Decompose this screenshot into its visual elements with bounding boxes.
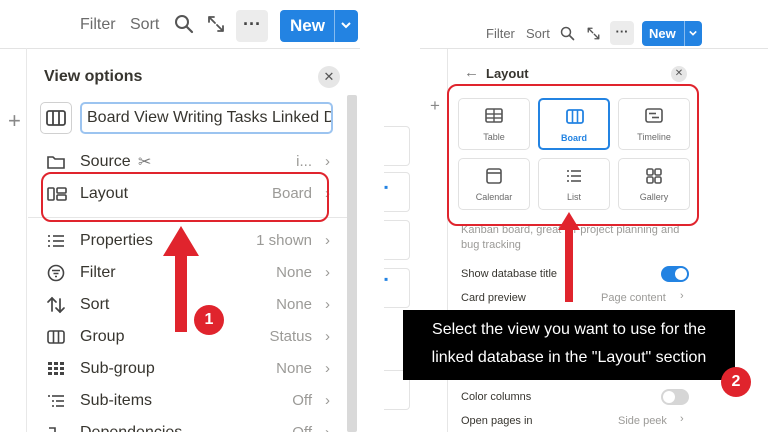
option-label: Dependencies xyxy=(80,424,182,432)
left-screenshot: Filter Sort ··· New + View options ✕ Boa… xyxy=(0,0,360,432)
layout-description-line-2: bug tracking xyxy=(461,239,521,251)
resize-arrows-icon[interactable] xyxy=(586,26,601,46)
option-label: Source xyxy=(80,153,131,170)
new-button-label: New xyxy=(290,16,325,35)
toolbar-divider xyxy=(0,48,360,49)
database-toolbar: Filter Sort ··· New xyxy=(0,6,360,44)
scissors-icon: ✂ xyxy=(138,154,152,171)
list-icon xyxy=(46,232,68,252)
layout-grid-highlight xyxy=(447,84,699,226)
option-label: Sort xyxy=(80,296,110,313)
add-block-plus-icon[interactable]: + xyxy=(8,108,21,134)
step-badge-2: 2 xyxy=(721,367,751,397)
chevron-right-icon: › xyxy=(325,296,330,313)
option-row-sub-items[interactable]: Sub-items Off › xyxy=(44,389,334,415)
option-value: Status xyxy=(269,328,312,345)
callout-line-1: Select the view you want to use for the xyxy=(432,321,706,338)
chevron-down-icon[interactable] xyxy=(340,15,352,38)
new-button-divider xyxy=(684,21,685,46)
resize-arrows-icon[interactable] xyxy=(206,14,228,36)
new-button-label: New xyxy=(649,26,676,41)
color-columns-toggle[interactable] xyxy=(661,389,689,405)
close-icon[interactable]: ✕ xyxy=(671,66,687,82)
show-database-title-toggle[interactable] xyxy=(661,266,689,282)
step-badge-1: 1 xyxy=(194,305,224,335)
annotation-arrow-up-icon xyxy=(558,212,580,302)
sort-button[interactable]: Sort xyxy=(526,26,550,41)
panel-title: View options xyxy=(44,68,143,85)
add-block-plus-icon[interactable]: + xyxy=(430,96,440,116)
callout-line-2: linked database in the "Layout" section xyxy=(431,349,707,366)
new-button[interactable]: New xyxy=(280,10,358,42)
sub-items-icon xyxy=(46,392,68,412)
instruction-callout: Select the view you want to use for the … xyxy=(403,310,735,380)
chevron-right-icon: › xyxy=(680,290,684,302)
option-row-dependencies[interactable]: Dependencies Off › xyxy=(44,421,334,432)
layout-panel-title: Layout xyxy=(486,66,529,81)
more-options-button[interactable]: ··· xyxy=(236,10,268,42)
board-icon xyxy=(46,110,66,126)
chevron-down-icon[interactable] xyxy=(688,25,698,46)
option-label: Group xyxy=(80,328,125,345)
option-value: None xyxy=(276,264,312,281)
search-icon[interactable] xyxy=(174,14,196,36)
search-icon[interactable] xyxy=(560,26,575,46)
open-pages-in-label: Open pages in xyxy=(461,415,533,427)
option-value: Off xyxy=(292,392,312,409)
filter-button[interactable]: Filter xyxy=(486,26,515,41)
chevron-right-icon: › xyxy=(325,392,330,409)
view-icon-picker[interactable] xyxy=(40,102,72,134)
option-label: Properties xyxy=(80,232,153,249)
panel-scrollbar[interactable] xyxy=(347,95,357,432)
option-label: Filter xyxy=(80,264,116,281)
chevron-right-icon: › xyxy=(325,360,330,377)
option-label: Sub-items xyxy=(80,392,153,409)
chevron-right-icon: › xyxy=(325,424,330,432)
view-name-row: Board View Writing Tasks Linked D xyxy=(40,102,335,134)
chevron-right-icon: › xyxy=(325,153,330,170)
page-gutter xyxy=(26,48,27,432)
chevron-right-icon: › xyxy=(325,232,330,249)
option-value: 1 shown xyxy=(256,232,312,249)
option-value: i... xyxy=(296,153,312,170)
dependencies-icon xyxy=(46,424,68,432)
option-row-sub-group[interactable]: Sub-group None › xyxy=(44,357,334,383)
card-preview-label: Card preview xyxy=(461,292,526,304)
card-fragment-icon: ▪ xyxy=(384,272,389,286)
layout-row-highlight xyxy=(41,172,329,222)
new-button-divider xyxy=(334,10,335,42)
toolbar-divider xyxy=(420,48,768,49)
filter-button[interactable]: Filter xyxy=(80,16,116,34)
sub-group-icon xyxy=(46,360,68,380)
option-value: None xyxy=(276,296,312,313)
color-columns-label: Color columns xyxy=(461,391,532,403)
board-card-edge xyxy=(384,126,410,166)
board-card-edge xyxy=(384,220,410,260)
option-value: None xyxy=(276,360,312,377)
option-label: Sub-group xyxy=(80,360,155,377)
open-pages-in-value[interactable]: Side peek xyxy=(618,415,667,427)
card-preview-value[interactable]: Page content xyxy=(601,292,666,304)
chevron-right-icon: › xyxy=(325,328,330,345)
filter-icon xyxy=(46,264,68,284)
close-icon[interactable]: ✕ xyxy=(318,66,340,88)
folder-icon xyxy=(46,153,68,173)
option-value: Off xyxy=(292,424,312,432)
toggle-knob xyxy=(663,391,675,403)
show-database-title-label: Show database title xyxy=(461,268,558,280)
new-button[interactable]: New xyxy=(642,21,702,46)
more-options-button[interactable]: ··· xyxy=(610,21,634,45)
chevron-right-icon: › xyxy=(680,413,684,425)
back-arrow-icon[interactable]: ← xyxy=(464,64,479,81)
toggle-knob xyxy=(675,268,687,280)
sort-arrows-icon xyxy=(46,296,68,316)
board-icon xyxy=(46,328,68,348)
view-name-input[interactable]: Board View Writing Tasks Linked D xyxy=(80,102,333,134)
sort-button[interactable]: Sort xyxy=(130,16,159,34)
chevron-right-icon: › xyxy=(325,264,330,281)
card-fragment-icon: ▪ xyxy=(384,180,389,194)
